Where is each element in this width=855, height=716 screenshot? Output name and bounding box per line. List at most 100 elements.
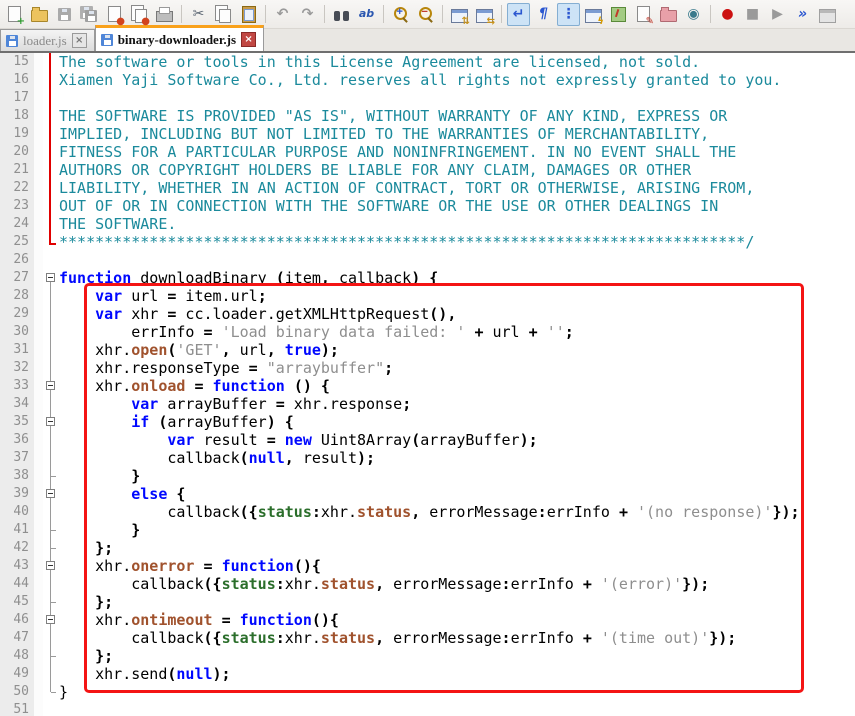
fold-margin: [43, 593, 59, 611]
bookmark-margin: [34, 197, 43, 215]
macro-save-icon[interactable]: [816, 3, 839, 26]
close-tab-icon[interactable]: ×: [241, 32, 257, 47]
macro-record-icon[interactable]: ●: [716, 3, 739, 26]
line-number: 23: [0, 197, 34, 215]
sync-vertical-scroll-icon[interactable]: ⇅: [448, 3, 471, 26]
macro-play-icon[interactable]: ▶: [766, 3, 789, 26]
line-number: 20: [0, 143, 34, 161]
bookmark-margin: [34, 269, 43, 287]
macro-run-multiple-icon[interactable]: »: [791, 3, 814, 26]
sync-horizontal-scroll-icon[interactable]: ⇆: [473, 3, 496, 26]
code-line: 24 THE SOFTWARE.: [0, 215, 855, 233]
line-number: 51: [0, 701, 34, 716]
fold-margin: [43, 647, 59, 665]
fold-margin: [43, 53, 59, 71]
fold-collapse-icon[interactable]: [46, 417, 55, 426]
save-all-icon[interactable]: [78, 3, 101, 26]
bookmark-margin: [34, 575, 43, 593]
code-line: 36 var result = new Uint8Array(arrayBuff…: [0, 431, 855, 449]
zoom-out-icon[interactable]: −: [414, 3, 437, 26]
code-line: 45 };: [0, 593, 855, 611]
print-icon[interactable]: [153, 3, 176, 26]
code-text: function downloadBinary (item, callback)…: [59, 269, 439, 287]
code-text: var result = new Uint8Array(arrayBuffer)…: [167, 431, 538, 449]
code-text: xhr.onload = function () {: [59, 377, 330, 395]
bookmark-margin: [34, 611, 43, 629]
bookmark-margin: [34, 647, 43, 665]
fold-margin: [43, 557, 59, 575]
code-text: OUT OF OR IN CONNECTION WITH THE SOFTWAR…: [59, 197, 719, 215]
new-file-icon[interactable]: +: [3, 3, 26, 26]
fold-margin: [43, 215, 59, 233]
monitoring-eye-icon[interactable]: ◉: [682, 3, 705, 26]
indent-guide-icon[interactable]: ⋮: [557, 2, 580, 26]
close-tab-icon[interactable]: ×: [71, 33, 87, 48]
tab-binary-downloader-js[interactable]: binary-downloader.js ×: [94, 25, 265, 51]
replace-icon[interactable]: ab: [355, 3, 378, 26]
fold-collapse-icon[interactable]: [46, 489, 55, 498]
undo-icon[interactable]: ↶: [271, 3, 294, 26]
cut-icon[interactable]: ✂: [187, 3, 210, 26]
code-line: 50}: [0, 683, 855, 701]
fold-margin: [43, 323, 59, 341]
code-line: 31 xhr.open('GET', url, true);: [0, 341, 855, 359]
fold-margin: [43, 629, 59, 647]
fold-margin: [43, 359, 59, 377]
code-line: 34 var arrayBuffer = xhr.response;: [0, 395, 855, 413]
fold-collapse-icon[interactable]: [46, 381, 55, 390]
redo-icon[interactable]: ↷: [296, 3, 319, 26]
line-number: 22: [0, 179, 34, 197]
code-editor[interactable]: 15 The software or tools in this License …: [0, 53, 855, 716]
paste-icon[interactable]: [237, 3, 260, 26]
code-line: 51: [0, 701, 855, 716]
fold-margin: [43, 251, 59, 269]
line-number: 25: [0, 233, 34, 251]
document-map-icon[interactable]: [607, 3, 630, 26]
fold-margin: [43, 125, 59, 143]
line-number: 38: [0, 467, 34, 485]
code-lines: 15 The software or tools in this License …: [0, 53, 855, 716]
toolbar: + ● ● ✂ ↶ ↷ ab + − ⇅ ⇆ ↵ ¶ ⋮ ϟ ✎ ◉ ● ■ ▶»: [0, 0, 855, 29]
fold-margin: [43, 341, 59, 359]
tab-loader-js[interactable]: loader.js ×: [0, 29, 95, 51]
copy-icon[interactable]: [212, 3, 235, 26]
find-icon[interactable]: [330, 3, 353, 26]
show-all-characters-icon[interactable]: ¶: [532, 3, 555, 26]
fold-collapse-icon[interactable]: [46, 615, 55, 624]
fold-margin: [43, 377, 59, 395]
bookmark-margin: [34, 53, 43, 71]
code-line: 22 LIABILITY, WHETHER IN AN ACTION OF CON…: [0, 179, 855, 197]
bookmark-margin: [34, 521, 43, 539]
fold-collapse-icon[interactable]: [46, 561, 55, 570]
bookmark-margin: [34, 377, 43, 395]
macro-stop-icon[interactable]: ■: [741, 3, 764, 26]
bookmark-margin: [34, 665, 43, 683]
toolbar-separator: [710, 5, 711, 23]
fold-collapse-icon[interactable]: [46, 273, 55, 282]
line-number: 28: [0, 287, 34, 305]
close-all-icon[interactable]: ●: [128, 3, 151, 26]
code-line: 27 function downloadBinary (item, callbac…: [0, 269, 855, 287]
code-line: 20 FITNESS FOR A PARTICULAR PURPOSE AND N…: [0, 143, 855, 161]
save-icon[interactable]: [53, 3, 76, 26]
code-text: xhr.ontimeout = function(){: [59, 611, 339, 629]
line-number: 43: [0, 557, 34, 575]
close-file-icon[interactable]: ●: [103, 3, 126, 26]
word-wrap-icon[interactable]: ↵: [507, 2, 530, 26]
bookmark-margin: [34, 233, 43, 251]
bookmark-margin: [34, 323, 43, 341]
zoom-in-icon[interactable]: +: [389, 3, 412, 26]
code-text: callback({status:xhr.status, errorMessag…: [59, 629, 737, 647]
code-text: FITNESS FOR A PARTICULAR PURPOSE AND NON…: [59, 143, 737, 161]
code-text: };: [95, 647, 114, 665]
folder-as-workspace-icon[interactable]: [657, 3, 680, 26]
user-defined-language-icon[interactable]: ϟ: [582, 3, 605, 26]
toolbar-separator: [442, 5, 443, 23]
toolbar-separator: [181, 5, 182, 23]
code-text: Xiamen Yaji Software Co., Ltd. reserves …: [59, 71, 782, 89]
line-number: 35: [0, 413, 34, 431]
fold-margin: [43, 71, 59, 89]
bookmark-margin: [34, 179, 43, 197]
function-list-icon[interactable]: ✎: [632, 3, 655, 26]
open-file-icon[interactable]: [28, 3, 51, 26]
